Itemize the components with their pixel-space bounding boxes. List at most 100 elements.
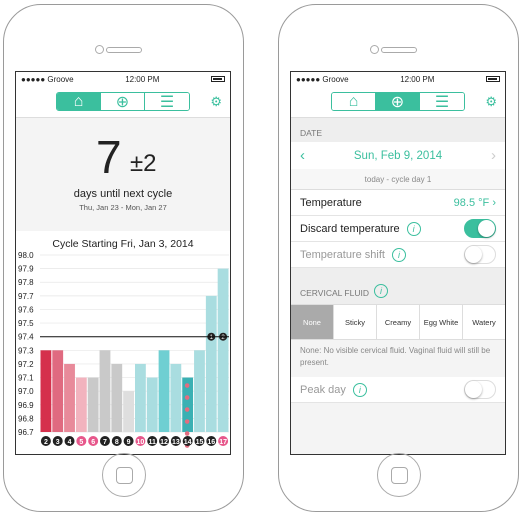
fluid-option[interactable]: Watery [463, 305, 505, 339]
day-label: 15 [196, 439, 204, 446]
y-tick-label: 97.5 [18, 319, 34, 328]
info-icon[interactable]: i [391, 247, 406, 262]
cervical-fluid-selector: None Sticky Creamy Egg White Watery [291, 304, 505, 340]
home-button[interactable] [376, 453, 421, 497]
list-icon: ☰ [159, 93, 175, 111]
info-icon[interactable]: i [406, 221, 421, 236]
day-label: 10 [137, 439, 145, 446]
day-label: 5 [79, 439, 83, 446]
temperature-shift-toggle[interactable] [464, 245, 496, 264]
cycle-prediction: 7 ±2 days until next cycle Thu, Jan 23 -… [16, 118, 230, 231]
day-label: 2 [44, 439, 48, 446]
predicted-date-range: Thu, Jan 23 - Mon, Jan 27 [79, 203, 167, 212]
temperature-shift-row: Temperature shift i [291, 242, 505, 268]
carrier-label: ●●●●● Groove [21, 74, 74, 84]
temperature-bar [217, 268, 229, 432]
selected-date: Sun, Feb 9, 2014 [353, 149, 443, 162]
discard-temperature-toggle[interactable] [464, 219, 496, 238]
status-bar: ●●●●● Groove 12:00 PM [291, 72, 505, 86]
camera-icon [369, 45, 379, 54]
day-label: 4 [68, 439, 72, 446]
view-switcher: ⌂ ⊕ ☰ [56, 92, 190, 111]
spotting-dot [184, 395, 190, 400]
day-label: 9 [127, 439, 131, 446]
temperature-value: 98.5 °F › [453, 196, 496, 209]
home-tab[interactable]: ⌂ [332, 93, 376, 110]
temperature-row[interactable]: Temperature 98.5 °F › [291, 190, 505, 216]
list-tab[interactable]: ☰ [145, 93, 189, 110]
peak-day-label: Peak day [300, 383, 346, 396]
spotting-dot [184, 431, 190, 436]
info-icon[interactable]: i [373, 284, 388, 298]
info-icon[interactable]: i [352, 382, 367, 397]
cervical-fluid-header: CERVICAL FLUID i [291, 268, 505, 304]
add-tab[interactable]: ⊕ [376, 93, 420, 110]
home-button[interactable] [101, 453, 146, 497]
fluid-description: None: No visible cervical fluid. Vaginal… [291, 340, 505, 377]
chevron-left-icon[interactable]: ‹ [300, 147, 305, 164]
temperature-bar [135, 363, 146, 432]
temperature-bar [99, 350, 111, 432]
peak-day-toggle[interactable] [464, 380, 496, 399]
nav-bar: ⌂ ⊕ ☰ ⚙ [16, 86, 230, 118]
discard-temperature-label: Discard temperature [300, 222, 400, 235]
spotting-dot [184, 419, 190, 424]
days-count: 7 [96, 131, 122, 183]
phone-frame-left: ●●●●● Groove 12:00 PM ⌂ ⊕ ☰ ⚙ 7 ±2 days … [3, 4, 244, 512]
battery-icon [211, 76, 225, 82]
temperature-bar [75, 377, 87, 432]
fluid-option[interactable]: Sticky [334, 305, 377, 339]
temperature-bar [87, 377, 99, 432]
fluid-option[interactable]: Creamy [377, 305, 420, 339]
cervical-fluid-title: CERVICAL FLUID [300, 288, 369, 298]
view-switcher: ⌂ ⊕ ☰ [331, 92, 465, 111]
peak-day-row: Peak day i [291, 377, 505, 403]
clock: 12:00 PM [400, 74, 435, 84]
add-tab[interactable]: ⊕ [101, 93, 145, 110]
y-tick-label: 97.6 [18, 305, 34, 314]
y-tick-label: 97.7 [18, 292, 34, 301]
day-label: 11 [149, 439, 157, 446]
y-tick-label: 96.9 [18, 401, 34, 410]
home-tab[interactable]: ⌂ [57, 93, 101, 110]
y-tick-label: 96.7 [18, 428, 34, 437]
days-variance: ±2 [130, 150, 157, 177]
temperature-label: Temperature [300, 196, 362, 209]
fluid-option[interactable]: None [291, 305, 334, 339]
day-label: 3 [56, 439, 60, 446]
temperature-bar [205, 295, 217, 432]
temperature-bar [146, 377, 158, 432]
temperature-chart-panel[interactable]: Cycle Starting Fri, Jan 3, 2014 98.0 97.9… [16, 231, 230, 454]
day-label: 7 [103, 439, 107, 446]
day-label: 12 [160, 439, 168, 446]
camera-icon [94, 45, 104, 54]
temperature-shift-label: Temperature shift [300, 248, 385, 261]
battery-icon [486, 76, 500, 82]
day-label: 13 [172, 439, 180, 446]
phone-frame-right: ●●●●● Groove 12:00 PM ⌂ ⊕ ☰ ⚙ DATE ‹ Sun… [278, 4, 519, 512]
temperature-bar [52, 350, 64, 432]
day-label: 16 [207, 439, 215, 446]
temperature-bar [123, 391, 134, 432]
day-label: 6 [91, 439, 95, 446]
temperature-bar [194, 350, 205, 432]
speaker-grille [105, 47, 142, 53]
y-tick-label: 96.8 [18, 414, 34, 423]
day-label: 8 [115, 439, 119, 446]
gear-icon[interactable]: ⚙ [485, 94, 497, 110]
temperature-bar [158, 350, 170, 432]
y-tick-label: 97.8 [18, 278, 34, 287]
day-label: 17 [219, 439, 227, 446]
y-tick-label: 97.1 [18, 374, 34, 383]
days-label: days until next cycle [73, 188, 173, 200]
y-tick-label: 97.2 [18, 360, 34, 369]
day-label: 14 [184, 439, 192, 446]
gear-icon[interactable]: ⚙ [210, 94, 222, 110]
chevron-right-icon[interactable]: › [491, 147, 496, 164]
spotting-dot [184, 383, 190, 388]
fluid-option[interactable]: Egg White [420, 305, 463, 339]
temperature-bar [64, 363, 75, 432]
list-tab[interactable]: ☰ [420, 93, 464, 110]
chart-title: Cycle Starting Fri, Jan 3, 2014 [52, 238, 194, 250]
y-tick-label: 98.0 [18, 251, 34, 260]
